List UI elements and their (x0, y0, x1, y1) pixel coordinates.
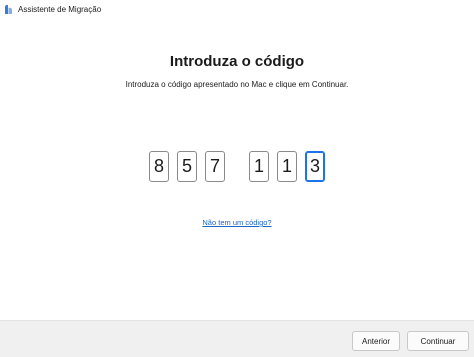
code-digit-5[interactable]: 1 (277, 151, 297, 182)
code-digit-6[interactable]: 3 (305, 151, 325, 182)
code-digit-1[interactable]: 8 (149, 151, 169, 182)
code-digit-3[interactable]: 7 (205, 151, 225, 182)
code-entry-group: 8 5 7 1 1 3 (0, 151, 474, 185)
window-title: Assistente de Migração (18, 4, 102, 14)
instruction-text: Introduza o código apresentado no Mac e … (125, 80, 349, 89)
footer-bar: Anterior Continuar (0, 320, 474, 357)
page-title: Introduza o código (169, 53, 305, 70)
migration-assistant-icon (4, 4, 13, 15)
code-digit-2[interactable]: 5 (177, 151, 197, 182)
no-code-link[interactable]: Não tem um código? (0, 218, 474, 227)
code-digit-4[interactable]: 1 (249, 151, 269, 182)
continue-button[interactable]: Continuar (407, 331, 469, 351)
migration-assistant-window: Assistente de Migração Introduza o códig… (0, 0, 474, 357)
back-button[interactable]: Anterior (352, 331, 400, 351)
title-bar: Assistente de Migração (0, 0, 474, 18)
